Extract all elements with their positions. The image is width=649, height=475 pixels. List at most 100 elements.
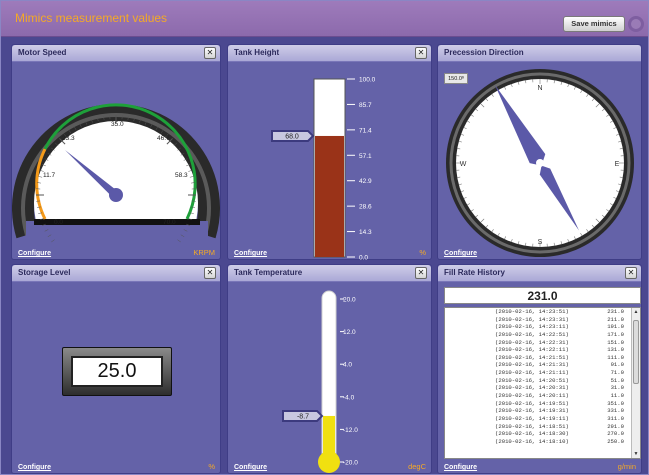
history-row: (2010-02-16, 14:18:10) 250.0 [445, 438, 640, 446]
gauge-tick-label: 0.0 [54, 219, 63, 226]
history-row: (2010-02-16, 14:22:31) 151.0 [445, 339, 640, 347]
scale-tick-label: 28.6 [359, 204, 372, 211]
scale-tick-label: 57.1 [359, 153, 372, 160]
panel-header: Tank Height ✕ [228, 45, 431, 62]
configure-link[interactable]: Configure [444, 250, 477, 257]
history-timestamp: (2010-02-16, 14:21:31) [495, 361, 569, 369]
page-title: Mimics measurement values [15, 11, 168, 25]
panel-header: Tank Temperature ✕ [228, 265, 431, 282]
loading-spinner-icon [628, 16, 644, 32]
gauge-tick-label: 58.3 [175, 172, 188, 179]
history-list[interactable]: (2010-02-16, 14:23:51) 231.0 (2010-02-16, … [444, 307, 641, 459]
history-value: 151.0 [607, 338, 624, 346]
scale-tick-label: 12.0 [343, 329, 356, 336]
history-value: 131.0 [607, 346, 624, 354]
panel-header: Fill Rate History ✕ [438, 265, 641, 282]
close-button[interactable]: ✕ [204, 47, 216, 59]
compass-east-label: E [615, 161, 620, 168]
history-row: (2010-02-16, 14:22:11) 131.0 [445, 346, 640, 354]
motor-speed-gauge: 0.0 11.7 23.3 35.0 46.7 58.3 70.0 [12, 103, 220, 243]
panel-title: Precession Direction [444, 48, 524, 57]
history-timestamp: (2010-02-16, 14:20:51) [495, 376, 569, 384]
history-row: (2010-02-16, 14:18:51) 291.0 [445, 423, 640, 431]
history-value: 331.0 [607, 407, 624, 415]
temperature-indicator-value: -8.7 [297, 413, 309, 420]
history-row: (2010-02-16, 14:19:31) 331.0 [445, 407, 640, 415]
tank-height-panel: Tank Height ✕ 100.0 85.7 71.4 57.1 42.9 28.6 1… [227, 44, 432, 262]
scrollbar-thumb[interactable] [633, 320, 639, 384]
history-row: (2010-02-16, 14:19:51) 351.0 [445, 400, 640, 408]
scale-tick-label: 42.9 [359, 178, 372, 185]
panel-title: Fill Rate History [444, 268, 505, 277]
compass-north-label: N [537, 85, 542, 92]
panel-title: Tank Temperature [234, 268, 303, 277]
scroll-down-icon[interactable]: ▼ [633, 451, 639, 457]
history-value: 111.0 [607, 353, 624, 361]
close-button[interactable]: ✕ [204, 267, 216, 279]
history-timestamp: (2010-02-16, 14:20:31) [495, 384, 569, 392]
history-value: 231.0 [607, 308, 624, 315]
scale-tick-label: -4.0 [343, 394, 355, 401]
tank-height-gauge: 100.0 85.7 71.4 57.1 42.9 28.6 14.3 0.0 68.0 [271, 77, 376, 262]
history-row: (2010-02-16, 14:23:51) 231.0 [445, 308, 640, 316]
history-value: 11.0 [610, 392, 624, 400]
configure-link[interactable]: Configure [18, 250, 51, 257]
history-row: (2010-02-16, 14:23:11) 191.0 [445, 323, 640, 331]
gauge-tick-label: 23.3 [62, 135, 75, 142]
history-timestamp: (2010-02-16, 14:23:11) [495, 323, 569, 331]
history-timestamp: (2010-02-16, 14:21:11) [495, 369, 569, 377]
digital-display: 25.0 [62, 347, 172, 396]
unit-label: degC [408, 462, 426, 471]
tank-temperature-panel: Tank Temperature ✕ 20.0 12.0 4.0 -4.0 -12.0 -… [227, 264, 432, 474]
tank-level-fill [315, 135, 344, 257]
thermometer-bulb [318, 451, 340, 473]
configure-link[interactable]: Configure [444, 464, 477, 471]
history-timestamp: (2010-02-16, 14:18:10) [495, 437, 569, 445]
gauge-hub [109, 188, 123, 202]
scale-tick-label: 20.0 [343, 297, 356, 304]
configure-link[interactable]: Configure [234, 464, 267, 471]
scale-tick-label: -12.0 [343, 427, 358, 434]
history-row: (2010-02-16, 14:20:11) 11.0 [445, 392, 640, 400]
history-row: (2010-02-16, 14:19:11) 311.0 [445, 415, 640, 423]
history-value: 211.0 [607, 315, 624, 323]
precession-direction-panel: Precession Direction 150.0º N E S W Conf… [437, 44, 642, 260]
scale-tick-label: 71.4 [359, 127, 372, 134]
history-value: 71.0 [610, 369, 624, 377]
configure-link[interactable]: Configure [234, 250, 267, 257]
history-rows: (2010-02-16, 14:23:51) 231.0 (2010-02-16, … [445, 308, 640, 446]
save-mimics-button[interactable]: Save mimics [563, 16, 625, 32]
history-timestamp: (2010-02-16, 14:22:11) [495, 346, 569, 354]
history-timestamp: (2010-02-16, 14:19:11) [495, 414, 569, 422]
history-timestamp: (2010-02-16, 14:18:30) [495, 430, 569, 438]
history-value: 351.0 [607, 399, 624, 407]
panel-header: Storage Level ✕ [12, 265, 220, 282]
history-value: 91.0 [610, 361, 624, 369]
compass-west-label: W [460, 161, 467, 168]
compass-south-label: S [538, 239, 543, 246]
history-value: 191.0 [607, 323, 624, 331]
close-button[interactable]: ✕ [625, 267, 637, 279]
scale-tick-label: 0.0 [359, 255, 368, 262]
gauge-tick-label: 70.0 [163, 219, 176, 226]
motor-speed-panel: Motor Speed ✕ 0.0 11.7 23.3 35.0 46.7 58… [11, 44, 221, 260]
thermometer: 20.0 12.0 4.0 -4.0 -12.0 -20.0 -8.7 [282, 290, 358, 473]
scrollbar[interactable]: ▲ ▼ [631, 308, 640, 458]
history-row: (2010-02-16, 14:21:31) 91.0 [445, 361, 640, 369]
history-value: 171.0 [607, 330, 624, 338]
storage-level-panel: Storage Level ✕ 25.0 Configure % [11, 264, 221, 474]
history-row: (2010-02-16, 14:20:31) 31.0 [445, 384, 640, 392]
history-row: (2010-02-16, 14:23:31) 211.0 [445, 316, 640, 324]
history-row: (2010-02-16, 14:21:51) 111.0 [445, 354, 640, 362]
configure-link[interactable]: Configure [18, 464, 51, 471]
app-window: Mimics measurement values Save mimics Mo… [0, 0, 649, 475]
compass: N E S W [446, 69, 634, 257]
history-timestamp: (2010-02-16, 14:23:51) [495, 308, 569, 315]
history-value: 250.0 [607, 437, 624, 445]
history-timestamp: (2010-02-16, 14:21:51) [495, 353, 569, 361]
scroll-up-icon[interactable]: ▲ [633, 309, 639, 315]
history-timestamp: (2010-02-16, 14:22:51) [495, 330, 569, 338]
close-button[interactable]: ✕ [415, 267, 427, 279]
close-button[interactable]: ✕ [415, 47, 427, 59]
panel-header: Motor Speed ✕ [12, 45, 220, 62]
